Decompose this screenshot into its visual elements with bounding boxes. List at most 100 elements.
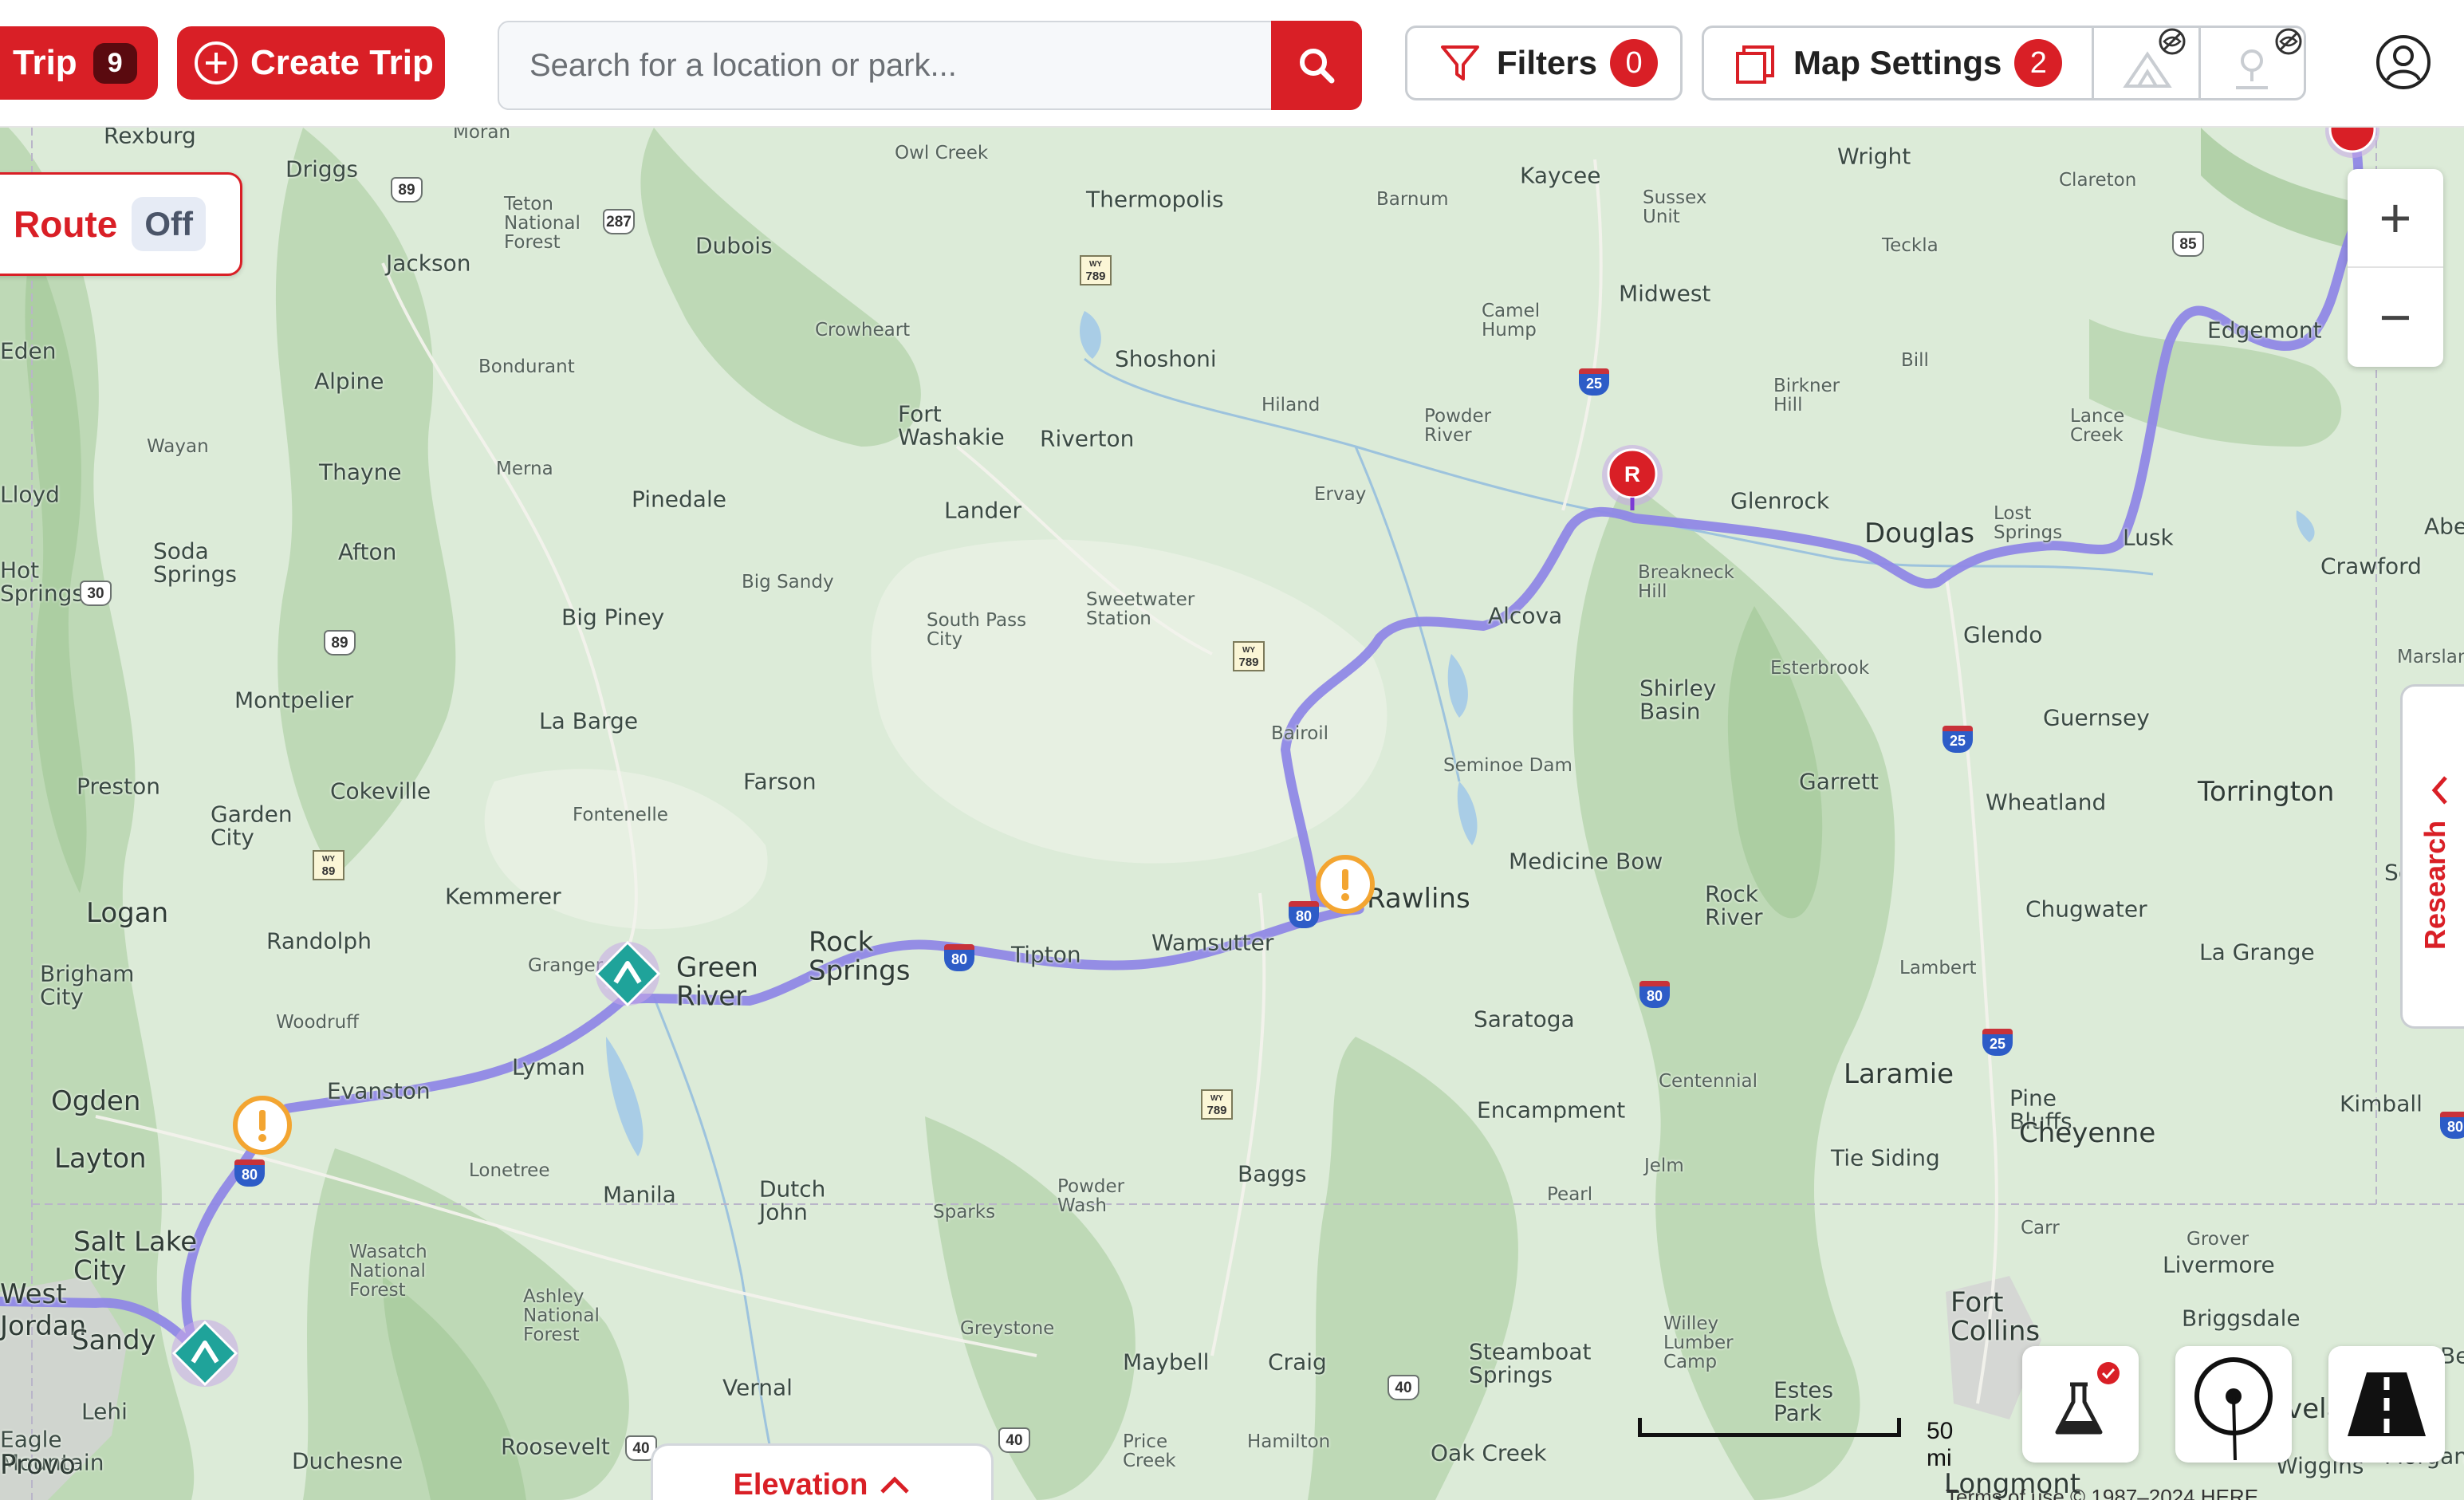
road-shield: 40 <box>1387 1375 1419 1400</box>
location-target-icon <box>2194 1357 2273 1460</box>
place-label: Thayne <box>319 459 402 486</box>
place-label: Brigham City <box>40 960 135 1010</box>
filters-button[interactable]: Filters 0 <box>1405 26 1683 100</box>
elevation-label: Elevation <box>733 1468 868 1500</box>
place-label: Lyman <box>512 1053 585 1081</box>
place-label: Medicine Bow <box>1509 848 1663 875</box>
place-label: Edgemont <box>2207 317 2322 344</box>
place-label: Pinedale <box>632 486 726 513</box>
place-label: Tie Siding <box>1831 1144 1940 1171</box>
route-toggle[interactable]: Route Off <box>0 172 242 276</box>
create-trip-label: Create Trip <box>250 43 434 82</box>
road-shield: 25 <box>1982 1029 2013 1056</box>
place-label: Maybell <box>1123 1348 1210 1376</box>
search-button[interactable] <box>1271 21 1362 110</box>
place-label: Fontenelle <box>573 804 668 825</box>
place-label: Sweetwater Station <box>1086 589 1195 629</box>
labs-button[interactable] <box>2022 1346 2139 1463</box>
place-label: Bairoil <box>1271 722 1329 744</box>
place-label: Oak Creek <box>1431 1439 1547 1467</box>
map-canvas[interactable]: Rexburg Driggs Moran Owl Creek Kaycee Wright C… <box>0 0 2464 1500</box>
person-pin-hidden-icon <box>2236 28 2302 89</box>
place-label: Craig <box>1268 1348 1327 1376</box>
campground-layer-toggle[interactable] <box>2092 26 2198 100</box>
place-label: Montpelier <box>234 687 354 714</box>
place-label: Briggsdale <box>2182 1305 2301 1332</box>
place-label: Alcova <box>1488 602 1563 629</box>
road-shield: 80 <box>234 1159 265 1187</box>
filters-label: Filters <box>1497 44 1598 81</box>
place-label: Steamboat Springs <box>1469 1338 1592 1388</box>
scale-label: 50 mi <box>1927 1418 1954 1471</box>
place-label: Ogden <box>51 1085 141 1118</box>
route-toggle-label: Route <box>14 203 118 245</box>
place-label: Big Sandy <box>742 571 834 593</box>
place-label: Greystone <box>960 1317 1055 1339</box>
chevron-left-icon <box>2431 776 2447 805</box>
place-label: Garden City <box>211 801 293 851</box>
zoom-in-button[interactable]: + <box>2348 169 2443 268</box>
place-label: Evanston <box>327 1077 431 1104</box>
create-trip-button[interactable]: Create Trip <box>177 26 445 100</box>
place-label: Bondurant <box>478 356 575 377</box>
place-label: Saratoga <box>1474 1006 1575 1033</box>
place-label: Farson <box>743 768 817 795</box>
map-layers-icon <box>1736 45 1774 84</box>
place-label: Soda Springs <box>153 537 237 588</box>
place-label: Glendo <box>1963 621 2043 648</box>
place-label: Midwest <box>1619 280 1711 307</box>
place-label: Vernal <box>722 1374 793 1401</box>
place-label: Green River <box>676 951 758 1012</box>
zoom-out-button[interactable]: − <box>2348 268 2443 367</box>
research-panel-tab[interactable]: Research <box>2400 684 2464 1029</box>
trip-button[interactable]: Trip 9 <box>0 26 158 100</box>
place-label: Kimball <box>2340 1090 2423 1117</box>
place-label: Ervay <box>1314 483 1367 505</box>
place-label: Rock Springs <box>809 926 911 986</box>
place-label: Crawford <box>2320 553 2422 580</box>
place-label: Crowheart <box>815 319 911 341</box>
trip-count-badge: 9 <box>92 42 137 84</box>
plus-circle-icon <box>195 41 238 85</box>
map-settings-label: Map Settings <box>1793 44 2002 81</box>
map-settings-button[interactable]: Map Settings 2 <box>1702 26 2306 100</box>
place-label: Wheatland <box>1986 789 2107 816</box>
place-label: Guernsey <box>2043 704 2150 731</box>
poi-layer-toggle[interactable] <box>2198 26 2305 100</box>
place-label: Lander <box>944 497 1022 524</box>
place-label: Glenrock <box>1730 487 1830 514</box>
place-label: Eden <box>0 337 57 364</box>
research-label: Research <box>2419 820 2451 950</box>
place-label: Teton National Forest <box>504 193 581 254</box>
place-label: Lusk <box>2123 524 2174 551</box>
place-label: Jackson <box>386 250 471 277</box>
road-shield: WY 789 <box>1080 255 1112 285</box>
place-label: Shoshoni <box>1115 345 1217 372</box>
search-input[interactable] <box>501 24 1271 107</box>
filters-count-badge: 0 <box>1610 39 1659 87</box>
place-label: Provo <box>0 1449 76 1482</box>
elevation-panel-tab[interactable]: Elevation <box>651 1443 994 1500</box>
place-label: Esterbrook <box>1770 657 1870 679</box>
place-label: South Pass City <box>927 609 1027 650</box>
place-label: Jelm <box>1644 1155 1684 1176</box>
place-label: Kemmerer <box>445 883 561 910</box>
place-label: Pearl <box>1547 1183 1593 1205</box>
place-label: Afton <box>338 538 397 565</box>
road-shield: 89 <box>391 177 423 203</box>
scale-bar <box>1638 1418 1901 1437</box>
tent-hidden-icon <box>2123 28 2186 88</box>
place-label: Wamsutter <box>1151 929 1274 956</box>
place-label: Big Piney <box>561 604 665 631</box>
road-shield: 80 <box>944 944 974 971</box>
locate-me-button[interactable] <box>2175 1346 2292 1463</box>
place-label: Carr <box>2021 1217 2060 1238</box>
road-view-button[interactable] <box>2328 1346 2445 1463</box>
place-label: Sparks <box>933 1201 996 1222</box>
place-label: La Barge <box>539 707 639 734</box>
place-label: Tipton <box>1011 941 1081 968</box>
place-label: Manila <box>603 1181 676 1208</box>
user-account-icon[interactable] <box>2375 33 2432 91</box>
place-label: Woodruff <box>276 1011 360 1033</box>
trip-label: Trip <box>13 43 77 82</box>
